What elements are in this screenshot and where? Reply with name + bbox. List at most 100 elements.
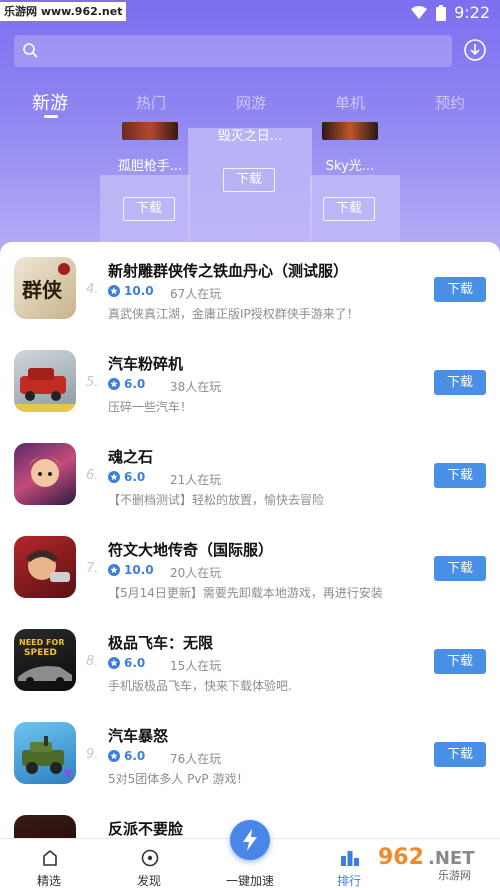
ranking-icon [341,851,359,866]
svg-text:.NET: .NET [428,848,475,869]
need-for-speed-icon: NEED FOR SPEED [14,629,76,691]
star-icon [108,564,120,576]
rating-value: 10.0 [124,284,154,298]
tab-single[interactable]: 单机 [320,92,380,113]
svg-text:乐游网: 乐游网 [438,869,471,882]
tab-new[interactable]: 新游 [20,89,80,115]
rating: 6.0 [108,470,145,484]
tab-hot[interactable]: 热门 [121,92,181,113]
status-bar: 乐游网 www.962.net 9:22 [0,0,500,26]
app-name[interactable]: 极品飞车：无限 [108,632,213,653]
svg-text:962: 962 [378,845,424,870]
wuxia-icon: 群侠 [14,257,76,319]
download-button[interactable]: 下载 [434,742,486,767]
player-count: 15人在玩 [170,659,222,673]
nav-discover[interactable]: 发现 [114,839,184,888]
search-icon [23,43,38,58]
car-crusher-icon [14,350,76,412]
download-button[interactable]: 下载 [434,277,486,302]
app-description: 5对5团体多人 PvP 游戏！ [108,772,249,786]
rank-number: 4. [86,282,99,297]
rating-value: 10.0 [124,563,154,577]
discover-icon [141,849,159,867]
download-button[interactable]: 下载 [434,649,486,674]
podium-left-download-button[interactable]: 下载 [123,197,175,221]
list-item[interactable]: NEED FOR SPEED 8. 极品飞车：无限 6.0 15人在玩 手机版极品… [0,614,500,707]
star-icon [108,657,120,669]
car-rage-icon [14,722,76,784]
rating: 6.0 [108,656,145,670]
star-icon [108,378,120,390]
app-description: 【5月14日更新】需要先卸载本地游戏，再进行安装 [108,586,383,600]
nav-label: 发现 [136,874,161,888]
home-icon [43,850,57,866]
app-name[interactable]: 新射雕群侠传之铁血丹心（测试服） [108,260,348,281]
player-count: 38人在玩 [170,380,222,394]
app-description: 【不删档测试】轻松的放置，愉快去冒险 [108,493,325,507]
download-button[interactable]: 下载 [434,463,486,488]
soul-stone-icon [14,443,76,505]
player-count: 21人在玩 [170,473,222,487]
tab-online[interactable]: 网游 [221,92,281,113]
accelerate-button[interactable] [230,820,270,860]
rating-value: 6.0 [124,656,146,670]
star-icon [108,471,120,483]
rank-number: 7. [86,561,99,576]
svg-text:NEED FOR: NEED FOR [19,638,64,647]
app-name[interactable]: 符文大地传奇（国际服） [108,539,273,560]
rating: 6.0 [108,377,145,391]
podium-left-name[interactable]: 孤胆枪手... [100,155,200,174]
player-count: 76人在玩 [170,752,222,766]
rating-value: 6.0 [124,377,146,391]
download-button[interactable]: 下载 [434,370,486,395]
list-item[interactable]: 6. 魂之石 6.0 21人在玩 【不删档测试】轻松的放置，愉快去冒险 下载 [0,428,500,521]
app-description: 手机版极品飞车，快来下载体验吧. [108,679,292,693]
svg-text:群侠: 群侠 [21,278,63,302]
podium-right-thumbnail[interactable] [322,122,378,140]
tab-reserve[interactable]: 预约 [420,92,480,113]
app-name[interactable]: 魂之石 [108,446,153,467]
runeterra-icon [14,536,76,598]
podium-center-download-button[interactable]: 下载 [223,168,275,192]
download-button[interactable]: 下载 [434,556,486,581]
rank-number: 8. [86,654,99,669]
wifi-icon [411,5,428,19]
list-item[interactable]: 9. 汽车暴怒 6.0 76人在玩 5对5团体多人 PvP 游戏！ 下载 [0,707,500,800]
rating: 10.0 [108,563,154,577]
active-tab-indicator [44,115,58,118]
star-icon [108,285,120,297]
nav-label: 精选 [36,874,61,888]
podium-center [188,128,312,260]
rating-value: 6.0 [124,749,146,763]
player-count: 20人在玩 [170,566,222,580]
star-icon [108,750,120,762]
podium-right-download-button[interactable]: 下载 [323,197,375,221]
rank-number: 9. [86,747,99,762]
podium-center-name[interactable]: 毁灭之日... [200,125,300,144]
nav-label: 一键加速 [225,874,274,888]
svg-text:SPEED: SPEED [24,648,57,658]
list-item[interactable]: 7. 符文大地传奇（国际服） 10.0 20人在玩 【5月14日更新】需要先卸载… [0,521,500,614]
rating: 6.0 [108,749,145,763]
search-input[interactable] [14,35,452,67]
podium-left-thumbnail[interactable] [122,122,178,140]
app-name[interactable]: 汽车粉碎机 [108,353,183,374]
player-count: 67人在玩 [170,287,222,301]
category-tabs: 新游 热门 网游 单机 预约 [0,88,500,124]
watermark-962-logo: 962 .NET 乐游网 [372,840,496,884]
download-manager-icon[interactable] [463,38,487,62]
rating: 10.0 [108,284,154,298]
app-name[interactable]: 汽车暴怒 [108,725,168,746]
app-description: 压碎一些汽车！ [108,400,193,414]
app-description: 真武侠真江湖，金庸正版IP授权群侠手游来了！ [108,307,359,321]
podium-right-name[interactable]: Sky光... [300,155,400,174]
nav-featured[interactable]: 精选 [14,839,84,888]
clock: 9:22 [454,3,490,22]
rank-number: 6. [86,468,99,483]
rank-number: 5. [86,375,99,390]
game-list: 群侠 4. 新射雕群侠传之铁血丹心（测试服） 10.0 67人在玩 真武侠真江湖… [0,242,500,838]
list-item[interactable]: 5. 汽车粉碎机 6.0 38人在玩 压碎一些汽车！ 下载 [0,335,500,428]
lightning-icon [243,829,257,851]
app-name[interactable]: 反派不要脸 [108,818,183,838]
list-item[interactable]: 群侠 4. 新射雕群侠传之铁血丹心（测试服） 10.0 67人在玩 真武侠真江湖… [0,242,500,335]
